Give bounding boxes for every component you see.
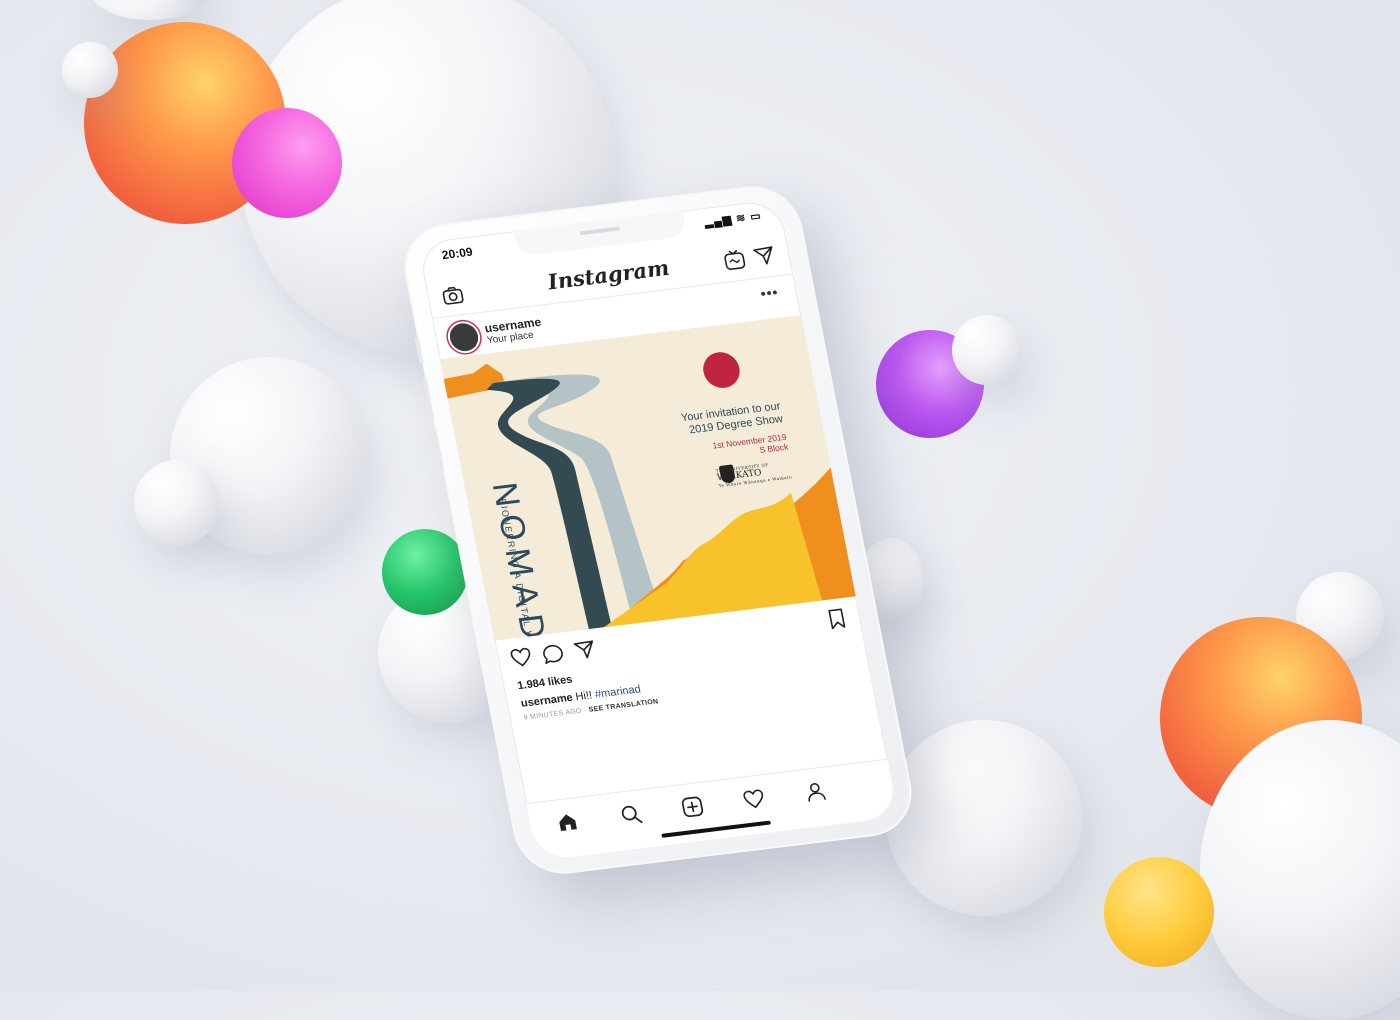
- sphere-white-purple-small: [952, 315, 1022, 385]
- post-time-ago: 9 MINUTES AGO: [523, 707, 583, 722]
- search-icon[interactable]: [618, 802, 644, 826]
- sun: [703, 352, 740, 388]
- status-time: 20:09: [440, 244, 474, 263]
- more-options-icon[interactable]: •••: [759, 284, 780, 302]
- likes-count[interactable]: 1.984 likes: [517, 674, 574, 693]
- see-translation-link[interactable]: SEE TRANSLATION: [588, 698, 659, 713]
- post-image[interactable]: NOMAD PIONEERING A DIGITAL WORLD Your in…: [439, 314, 856, 641]
- phone-mockup: 20:09 ▂▄▆ ≋ ▭ Instagram username Your pl…: [396, 180, 920, 880]
- bookmark-icon[interactable]: [826, 607, 848, 631]
- profile-icon[interactable]: [803, 780, 829, 804]
- phone-screen: 20:09 ▂▄▆ ≋ ▭ Instagram username Your pl…: [417, 198, 899, 862]
- caption-hashtag[interactable]: #marinad: [594, 683, 642, 700]
- sphere-white-left-small: [134, 460, 220, 546]
- add-post-icon[interactable]: [679, 795, 705, 819]
- post-artwork: [443, 352, 856, 630]
- hill-top-left: [443, 363, 507, 399]
- activity-heart-icon[interactable]: [741, 787, 767, 811]
- share-icon[interactable]: [572, 639, 598, 661]
- igtv-icon[interactable]: [721, 247, 747, 271]
- comment-icon[interactable]: [540, 643, 566, 665]
- home-icon[interactable]: [554, 810, 580, 834]
- status-icons: ▂▄▆ ≋ ▭: [703, 210, 763, 229]
- sphere-yellow: [1104, 857, 1214, 967]
- sphere-white-top: [90, 0, 210, 20]
- caption-username[interactable]: username: [520, 692, 574, 710]
- sphere-white-small-top: [62, 42, 118, 98]
- app-logo: Instagram: [545, 254, 672, 295]
- sphere-pink: [232, 108, 342, 218]
- sphere-green: [382, 529, 468, 615]
- caption-text: Hi!!: [574, 689, 594, 704]
- camera-icon[interactable]: [440, 284, 466, 306]
- like-heart-icon[interactable]: [508, 646, 534, 668]
- direct-message-icon[interactable]: [751, 244, 777, 268]
- avatar[interactable]: [447, 321, 481, 353]
